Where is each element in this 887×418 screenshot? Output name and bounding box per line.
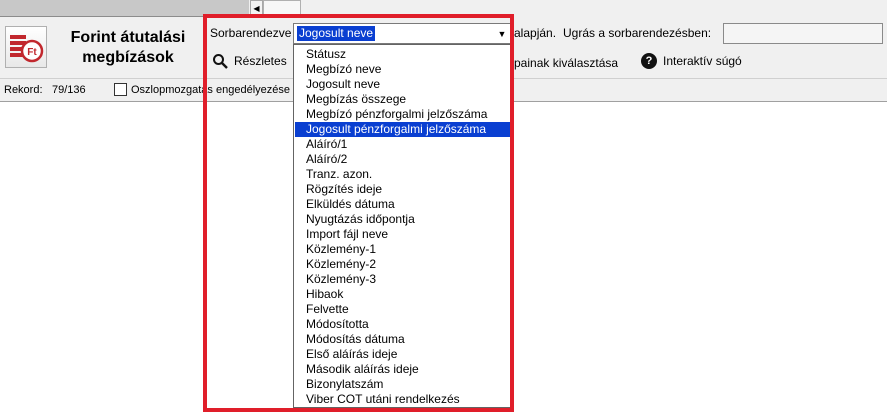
dropdown-option[interactable]: Megbízás összege xyxy=(295,92,510,107)
dropdown-option[interactable]: Viber COT utáni rendelkezés xyxy=(295,392,510,407)
dropdown-option[interactable]: Megbízó neve xyxy=(295,62,510,77)
help-label: Interaktív súgó xyxy=(663,54,742,68)
jump-input[interactable] xyxy=(723,23,883,44)
scroll-left-arrow-icon[interactable]: ◀ xyxy=(250,0,263,16)
column-select-button[interactable]: painak kiválasztása xyxy=(514,56,618,70)
scrollbar-track[interactable] xyxy=(0,0,249,17)
dropdown-option[interactable]: Nyugtázás időpontja xyxy=(295,212,510,227)
dropdown-option[interactable]: Módosította xyxy=(295,317,510,332)
dropdown-option[interactable]: Import fájl neve xyxy=(295,227,510,242)
column-move-label: Oszlopmozgatás engedélyezése xyxy=(131,84,290,96)
dropdown-option[interactable]: Felvette xyxy=(295,302,510,317)
record-label: Rekord: xyxy=(4,84,43,96)
dropdown-option[interactable]: Közlemény-1 xyxy=(295,242,510,257)
scrollbar-thumb[interactable] xyxy=(263,0,301,16)
dropdown-option[interactable]: Közlemény-3 xyxy=(295,272,510,287)
sort-selected-value: Jogosult neve xyxy=(297,26,376,41)
dropdown-option[interactable]: Hibaok xyxy=(295,287,510,302)
details-label: Részletes xyxy=(234,54,287,68)
sort-dropdown-list[interactable]: Státusz Megbízó neve Jogosult neve Megbízás… xyxy=(293,44,512,408)
dropdown-option[interactable]: Módosítás dátuma xyxy=(295,332,510,347)
sort-label: Sorbarendezve xyxy=(210,26,292,40)
sort-suffix-label: alapján. xyxy=(514,26,557,40)
record-count: 79/136 xyxy=(52,84,86,96)
jump-label: Ugrás a sorbarendezésben: xyxy=(563,26,712,40)
dropdown-option[interactable]: Jogosult neve xyxy=(295,77,510,92)
dropdown-option[interactable]: Jogosult pénzforgalmi jelzőszáma xyxy=(295,122,510,137)
dropdown-option[interactable]: Közlemény-2 xyxy=(295,257,510,272)
forint-logo-icon: Ft xyxy=(5,26,47,68)
dropdown-option[interactable]: Tranz. azon. xyxy=(295,167,510,182)
help-button[interactable]: ? Interaktív súgó xyxy=(641,53,742,69)
dropdown-option[interactable]: Bizonylatszám xyxy=(295,377,510,392)
dropdown-option[interactable]: Elküldés dátuma xyxy=(295,197,510,212)
svg-text:Ft: Ft xyxy=(27,47,37,58)
dropdown-option[interactable]: Második aláírás ideje xyxy=(295,362,510,377)
page-title: Forint átutalási megbízások xyxy=(70,29,186,66)
column-move-checkbox[interactable] xyxy=(114,83,127,96)
chevron-down-icon[interactable]: ▼ xyxy=(494,25,510,42)
dropdown-option[interactable]: Rögzítés ideje xyxy=(295,182,510,197)
question-circle-icon: ? xyxy=(641,53,657,69)
dropdown-option[interactable]: Aláíró/2 xyxy=(295,152,510,167)
details-button[interactable]: Részletes xyxy=(212,53,287,69)
dropdown-option[interactable]: Első aláírás ideje xyxy=(295,347,510,362)
dropdown-option[interactable]: Aláíró/1 xyxy=(295,137,510,152)
dropdown-option[interactable]: Megbízó pénzforgalmi jelzőszáma xyxy=(295,107,510,122)
sort-select[interactable]: Jogosult neve ▼ xyxy=(293,23,512,44)
search-icon xyxy=(213,54,228,69)
dropdown-option[interactable]: Státusz xyxy=(295,47,510,62)
